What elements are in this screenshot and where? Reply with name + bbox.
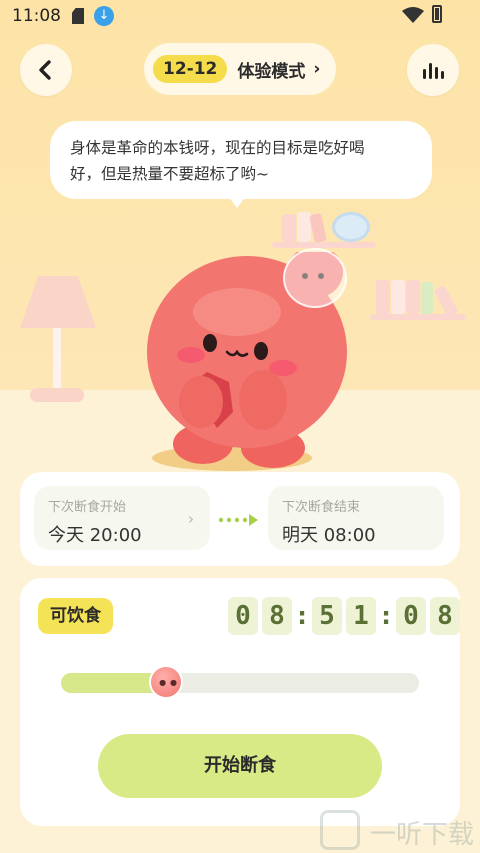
chevron-right-icon: › — [188, 510, 194, 528]
next-fast-start-value: 今天 20:00 — [48, 525, 142, 546]
book — [376, 280, 390, 314]
next-fast-start[interactable]: 下次断食开始 今天 20:00 › — [34, 486, 210, 550]
book — [406, 280, 420, 314]
timer-digit: 0 — [396, 597, 426, 635]
arrow-right-icon — [218, 514, 258, 526]
timer-separator: : — [297, 602, 307, 630]
lamp-pole — [53, 328, 61, 392]
countdown-timer: 0 8 : 5 1 : 0 8 — [228, 596, 464, 636]
progress-thumb-peach-icon: ●● — [149, 665, 184, 699]
timer-digit: 8 — [430, 597, 460, 635]
next-fast-end: 下次断食结束 明天 08:00 — [268, 486, 444, 550]
status-badge: 可饮食 — [38, 598, 113, 634]
schedule-card: 下次断食开始 今天 20:00 › 下次断食结束 明天 08:00 — [20, 472, 460, 566]
timer-digit: 5 — [312, 597, 342, 635]
timer-separator: : — [381, 602, 391, 630]
status-time: 11:08 — [12, 6, 61, 26]
next-fast-end-value: 明天 08:00 — [282, 525, 376, 546]
wifi-icon — [402, 7, 424, 23]
bar-chart-icon — [423, 63, 444, 79]
start-fasting-button[interactable]: 开始断食 — [98, 734, 382, 798]
lamp-base — [30, 388, 84, 402]
book — [282, 214, 296, 242]
watermark-logo-icon — [320, 810, 360, 850]
timer-digit: 1 — [346, 597, 376, 635]
chevron-right-icon: › — [313, 59, 321, 79]
status-bar: 11:08 ↓ — [0, 0, 480, 34]
book — [391, 280, 405, 314]
mode-selector[interactable]: 12-12 体验模式 › — [144, 43, 336, 95]
timer-digit: 0 — [228, 597, 258, 635]
mode-label: 体验模式 — [237, 61, 306, 82]
next-fast-start-caption: 下次断食开始 — [48, 500, 127, 515]
next-fast-end-caption: 下次断食结束 — [282, 500, 361, 515]
chevron-left-icon — [39, 60, 51, 80]
back-button[interactable] — [20, 44, 72, 96]
mode-badge: 12-12 — [153, 55, 228, 83]
stats-button[interactable] — [407, 44, 459, 96]
wall-shelf-top — [272, 242, 376, 248]
speech-bubble: 身体是革命的本钱呀，现在的目标是吃好喝 好，但是热量不要超标了哟~ — [50, 121, 432, 199]
book — [421, 282, 433, 314]
peach-face-icon: ●● — [159, 678, 182, 687]
progress-track: ●● — [61, 665, 419, 699]
battery-icon — [432, 5, 442, 23]
speech-line-1: 身体是革命的本钱呀，现在的目标是吃好喝 — [70, 139, 365, 157]
speech-line-2: 好，但是热量不要超标了哟~ — [70, 165, 269, 183]
timer-digit: 8 — [262, 597, 292, 635]
clock-toy-icon — [332, 212, 370, 242]
sd-card-icon — [72, 8, 84, 24]
watermark-text: 一听下载 — [370, 820, 475, 850]
fasting-status-card: 可饮食 0 8 : 5 1 : 0 8 ●● 开始断食 — [20, 578, 460, 826]
watermark: 一听下载 — [320, 810, 480, 852]
peeking-mascot-bubble — [283, 248, 347, 308]
download-icon: ↓ — [94, 6, 114, 26]
